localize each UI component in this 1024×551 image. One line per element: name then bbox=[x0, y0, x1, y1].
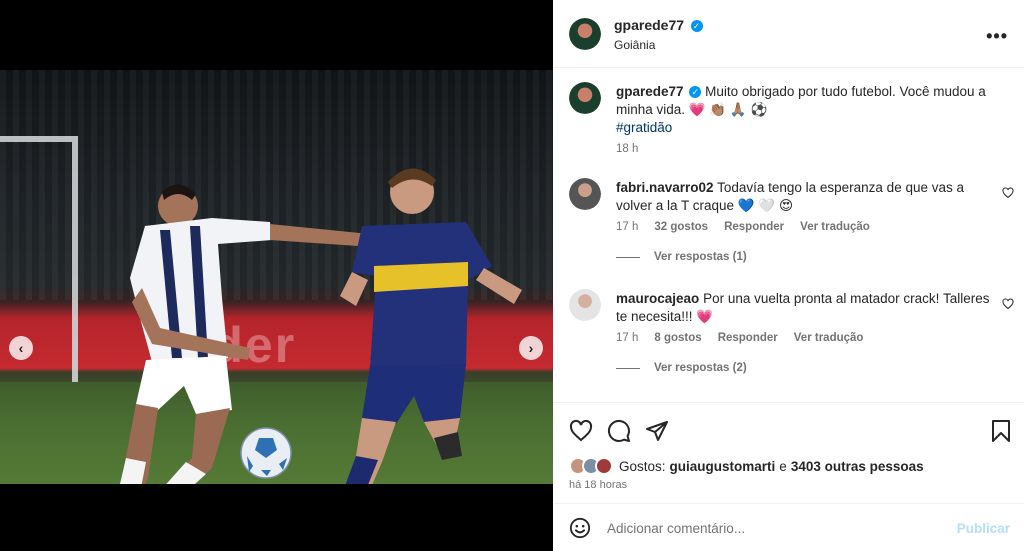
like-comment-heart-icon[interactable] bbox=[1002, 187, 1014, 199]
likes-summary[interactable]: Gostos: guiaugustomarti e 3403 outras pe… bbox=[569, 457, 924, 475]
comment-avatar[interactable] bbox=[569, 289, 601, 321]
share-paper-plane-icon[interactable] bbox=[645, 419, 669, 443]
likes-prefix: Gostos: bbox=[619, 458, 666, 474]
caption-username[interactable]: gparede77 bbox=[616, 84, 684, 99]
chevron-left-icon: ‹ bbox=[18, 340, 24, 356]
divider-line bbox=[616, 256, 640, 258]
more-options-icon[interactable]: ••• bbox=[986, 26, 1008, 47]
publish-button[interactable]: Publicar bbox=[957, 521, 1010, 536]
previous-image-button[interactable]: ‹ bbox=[9, 336, 33, 360]
caption: gparede77 ✓ Muito obrigado por tudo fute… bbox=[616, 83, 996, 155]
post-location[interactable]: Goiânia bbox=[614, 38, 655, 52]
caption-avatar[interactable] bbox=[569, 82, 601, 114]
comment-likes[interactable]: 8 gostos bbox=[654, 332, 701, 344]
chevron-right-icon: › bbox=[528, 340, 534, 356]
comment-emojis: 💗 bbox=[696, 309, 714, 324]
comment-bubble-icon[interactable] bbox=[607, 419, 631, 443]
translate-button[interactable]: Ver tradução bbox=[800, 221, 870, 233]
post-photo[interactable]: ander bbox=[0, 70, 553, 484]
comment-username[interactable]: fabri.navarro02 bbox=[616, 180, 714, 195]
reply-button[interactable]: Responder bbox=[718, 332, 778, 344]
comment-likes[interactable]: 32 gostos bbox=[654, 221, 708, 233]
comment-emojis: 💙 🤍 😍 bbox=[737, 198, 794, 213]
view-replies-button[interactable]: Ver respostas (1) bbox=[616, 251, 996, 263]
view-replies-button[interactable]: Ver respostas (2) bbox=[616, 362, 996, 374]
post-header: gparede77 ✓ Goiânia ••• bbox=[553, 0, 1024, 68]
comment-time[interactable]: 17 h bbox=[616, 221, 638, 233]
likes-others[interactable]: 3403 outras pessoas bbox=[791, 459, 924, 474]
author-avatar[interactable] bbox=[569, 18, 601, 50]
caption-emojis: 💗 👏🏽 🙏🏽 ⚽ bbox=[688, 102, 768, 117]
caption-hashtag[interactable]: #gratidão bbox=[616, 119, 996, 137]
likes-connector: e bbox=[779, 458, 787, 474]
verified-badge-icon: ✓ bbox=[690, 20, 703, 32]
translate-button[interactable]: Ver tradução bbox=[794, 332, 864, 344]
player-blue-kit bbox=[340, 168, 522, 484]
like-comment-heart-icon[interactable] bbox=[1002, 298, 1014, 310]
add-comment-bar: Adicionar comentário... Publicar bbox=[553, 503, 1024, 551]
comment-input[interactable]: Adicionar comentário... bbox=[607, 521, 745, 536]
view-replies-label: Ver respostas (2) bbox=[654, 362, 747, 374]
media-panel: ander bbox=[0, 0, 553, 551]
post-details-panel: gparede77 ✓ Goiânia ••• gparede77 ✓ Muit… bbox=[553, 0, 1024, 551]
author-username[interactable]: gparede77 bbox=[614, 17, 684, 33]
comment-username[interactable]: maurocajeao bbox=[616, 291, 699, 306]
comment-time[interactable]: 17 h bbox=[616, 332, 638, 344]
comment-item: fabri.navarro02 Todavía tengo la esperan… bbox=[616, 179, 996, 263]
liker-avatars bbox=[569, 457, 613, 475]
view-replies-label: Ver respostas (1) bbox=[654, 251, 747, 263]
comment-item: maurocajeao Por una vuelta pronta al mat… bbox=[616, 290, 996, 374]
liker-username[interactable]: guiaugustomarti bbox=[670, 459, 776, 474]
caption-time[interactable]: 18 h bbox=[616, 143, 638, 155]
reply-button[interactable]: Responder bbox=[724, 221, 784, 233]
soccer-ball bbox=[240, 427, 292, 479]
next-image-button[interactable]: › bbox=[519, 336, 543, 360]
post-timestamp[interactable]: há 18 horas bbox=[569, 479, 627, 491]
comment-avatar[interactable] bbox=[569, 178, 601, 210]
save-bookmark-icon[interactable] bbox=[990, 419, 1012, 443]
like-heart-icon[interactable] bbox=[569, 419, 593, 443]
emoji-smiley-icon[interactable] bbox=[569, 517, 591, 539]
divider-line bbox=[616, 367, 640, 369]
liker-avatar bbox=[595, 457, 613, 475]
verified-badge-icon: ✓ bbox=[689, 86, 702, 98]
comments-section: gparede77 ✓ Muito obrigado por tudo fute… bbox=[553, 68, 1024, 402]
